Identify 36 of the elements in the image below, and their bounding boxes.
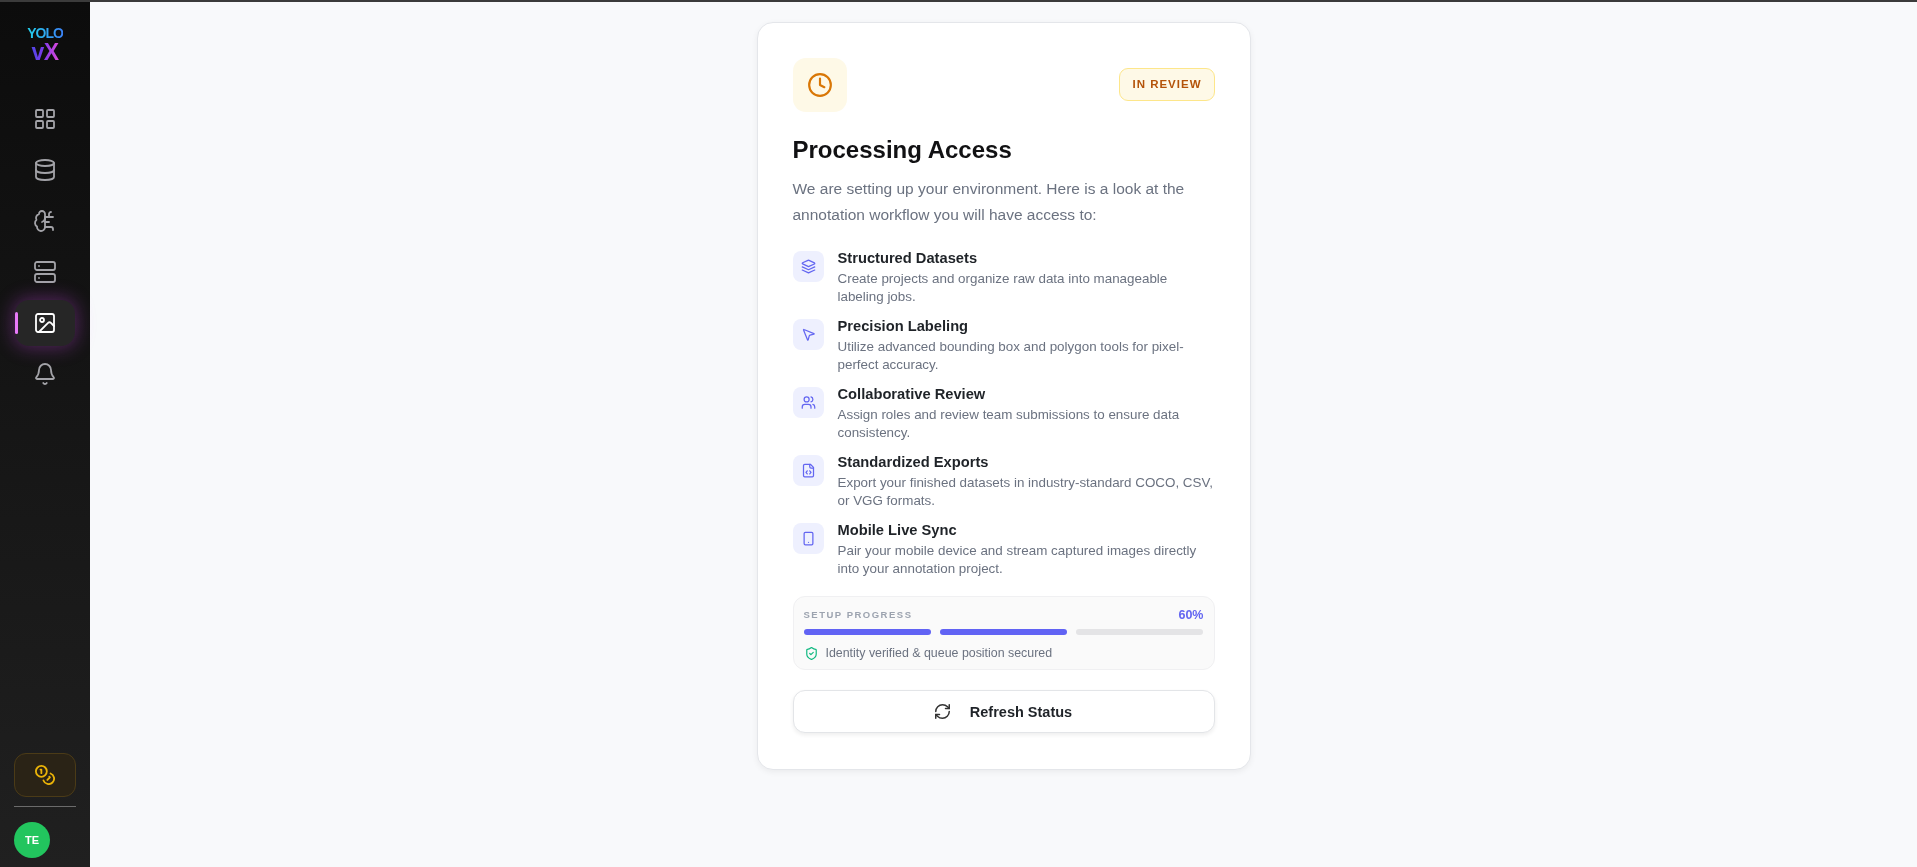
card-title: Processing Access [792, 135, 1013, 165]
feature-title: Structured Datasets [837, 249, 979, 268]
cursor-icon [792, 319, 824, 350]
shield-check-icon [805, 646, 817, 660]
active-indicator [15, 312, 18, 334]
users-icon [792, 387, 824, 418]
feature-title: Collaborative Review [837, 385, 987, 404]
feature-title: Precision Labeling [837, 317, 970, 336]
card-description: We are setting up your environment. Here is a look at the annotation workflow you will have access to: [792, 179, 1186, 225]
feature-description: Assign roles and review team submissions to ensure data consistency. [837, 406, 1181, 442]
code-file-icon [792, 455, 824, 486]
credits-button[interactable] [14, 753, 76, 797]
feature-description: Pair your mobile device and stream captured images directly into your annotation project. [837, 542, 1198, 578]
feature-description: Utilize advanced bounding box and polygon tools for pixel-perfect accuracy. [837, 338, 1185, 374]
feature-title: Mobile Live Sync [837, 521, 958, 540]
smartphone-icon [792, 523, 824, 554]
server-icon [33, 260, 57, 284]
feature-title: Standardized Exports [837, 453, 990, 472]
status-badge: IN REVIEW [1119, 68, 1215, 101]
layers-icon [792, 251, 824, 282]
bell-icon [33, 362, 57, 386]
progress-label: SETUP PROGRESS [803, 608, 913, 622]
clock-icon [792, 58, 847, 112]
refresh-button[interactable]: Refresh Status [792, 690, 1215, 733]
feature-description: Export your finished datasets in industry-standard COCO, CSV, or VGG formats. [837, 474, 1214, 510]
progress-percent: 60% [1178, 608, 1204, 622]
refresh-icon [934, 704, 950, 719]
coins-icon [35, 765, 55, 785]
nav-item[interactable] [15, 300, 75, 346]
grid-icon [33, 107, 57, 131]
progress-note: Identity verified & queue position secured [825, 645, 1053, 661]
image-icon [33, 311, 57, 335]
database-icon [33, 158, 57, 182]
logo-text: YOLO [27, 26, 63, 40]
brain-icon [33, 209, 57, 233]
feature-description: Create projects and organize raw data into manageable labeling jobs. [837, 270, 1169, 306]
